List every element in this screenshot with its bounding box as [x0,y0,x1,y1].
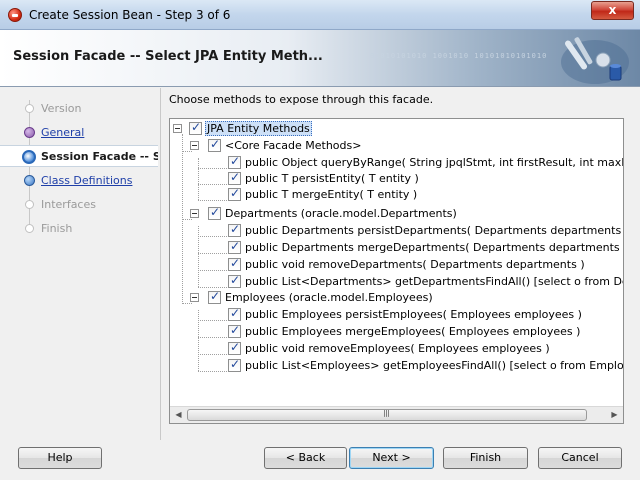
collapse-icon[interactable] [173,124,182,133]
nav-step-label[interactable]: General [41,126,84,139]
step-current-icon [22,150,36,164]
tree-method-row[interactable]: public List<Departments> getDepartmentsF… [170,273,623,290]
nav-step-label: Finish [41,222,73,235]
method-checkbox[interactable] [228,186,241,201]
step-disabled-icon [25,224,34,233]
method-label: public Object queryByRange( String jpqlS… [245,156,623,169]
close-button[interactable]: x [591,1,634,20]
page-title: Session Facade -- Select JPA Entity Meth… [13,49,323,64]
method-label: public Employees persistEmployees( Emplo… [245,308,582,321]
scrollbar-thumb[interactable] [187,409,587,421]
nav-step-label: Session Facade -- Se [41,150,158,163]
tree-root-label[interactable]: JPA Entity Methods [205,121,312,136]
tree-method-row[interactable]: public Employees persistEmployees( Emplo… [170,306,623,323]
nav-step-label[interactable]: Class Definitions [41,174,132,187]
step-visited-icon [24,127,35,138]
window-title: Create Session Bean - Step 3 of 6 [29,8,231,22]
title-bar: Create Session Bean - Step 3 of 6 x [0,0,640,30]
method-label: public List<Employees> getEmployeesFindA… [245,359,624,372]
method-checkbox[interactable] [228,323,241,338]
method-label: public void removeEmployees( Employees e… [245,342,550,355]
method-checkbox[interactable] [228,170,241,185]
instruction-text: Choose methods to expose through this fa… [169,93,434,106]
method-label: public T persistEntity( T entity ) [245,172,419,185]
tree-method-row[interactable]: public Employees mergeEmployees( Employe… [170,323,623,340]
tree-method-row[interactable]: public List<Employees> getEmployeesFindA… [170,357,624,374]
help-button[interactable]: Help [18,447,102,469]
method-label: public Departments mergeDepartments( Dep… [245,241,624,254]
header-decoration-text: 01010101010 1001010 10101010101010 [370,52,548,60]
method-label: public void removeDepartments( Departmen… [245,258,585,271]
method-tree[interactable]: JPA Entity Methods <Core Facade Methods>… [169,118,624,424]
collapse-icon[interactable] [190,293,199,302]
tree-root-row: JPA Entity Methods [170,120,620,137]
method-checkbox[interactable] [228,357,241,372]
method-checkbox[interactable] [228,256,241,271]
step-available-icon [24,175,35,186]
group-checkbox[interactable] [208,137,221,152]
collapse-icon[interactable] [190,141,199,150]
cancel-button[interactable]: Cancel [538,447,622,469]
wizard-header: 01010101010 1001010 10101010101010 Sessi… [0,30,640,87]
tree-method-row[interactable]: public Departments persistDepartments( D… [170,222,624,239]
method-checkbox[interactable] [228,239,241,254]
method-label: public Employees mergeEmployees( Employe… [245,325,581,338]
nav-step-session-facade: Session Facade -- Se [0,145,158,167]
nav-step-label: Version [41,102,82,115]
method-checkbox[interactable] [228,340,241,355]
method-checkbox[interactable] [228,222,241,237]
step-disabled-icon [25,200,34,209]
scroll-right-icon[interactable]: ▶ [606,407,623,423]
horizontal-scrollbar[interactable]: ◀ ▶ [170,406,623,423]
tree-group-row: Employees (oracle.model.Employees) [170,289,620,306]
finish-button[interactable]: Finish [443,447,528,469]
nav-step-label: Interfaces [41,198,96,211]
method-label: public T mergeEntity( T entity ) [245,188,418,201]
tree-method-row[interactable]: public void removeEmployees( Employees e… [170,340,623,357]
group-label: <Core Facade Methods> [225,139,362,152]
method-checkbox[interactable] [228,306,241,321]
nav-step-general[interactable]: General [0,122,160,144]
group-label: Departments (oracle.model.Departments) [225,207,457,220]
method-checkbox[interactable] [228,273,241,288]
wizard-footer: Help < Back Next > Finish Cancel [0,440,640,480]
nav-step-interfaces: Interfaces [0,194,160,216]
step-disabled-icon [25,104,34,113]
main-panel: Choose methods to expose through this fa… [160,88,640,440]
next-button[interactable]: Next > [349,447,434,469]
group-checkbox[interactable] [208,289,221,304]
tree-method-row[interactable]: public Object queryByRange( String jpqlS… [170,154,623,171]
nav-step-version: Version [0,98,160,120]
scroll-left-icon[interactable]: ◀ [170,407,187,423]
group-checkbox[interactable] [208,205,221,220]
method-label: public List<Departments> getDepartmentsF… [245,275,623,288]
tree-method-row[interactable]: public void removeDepartments( Departmen… [170,256,623,273]
tree-group-row: Departments (oracle.model.Departments) [170,205,620,222]
wizard-graphic-icon [561,37,629,84]
nav-step-finish: Finish [0,218,160,240]
root-checkbox[interactable] [189,120,202,135]
tree-method-row[interactable]: public Departments mergeDepartments( Dep… [170,239,624,256]
tree-method-row[interactable]: public T persistEntity( T entity ) [170,170,623,187]
back-button[interactable]: < Back [264,447,347,469]
app-icon [8,8,22,22]
nav-step-class-definitions[interactable]: Class Definitions [0,170,160,192]
method-label: public Departments persistDepartments( D… [245,224,624,237]
tree-group-row: <Core Facade Methods> [170,137,620,154]
method-checkbox[interactable] [228,154,241,169]
group-label: Employees (oracle.model.Employees) [225,291,433,304]
wizard-step-nav: Version General Session Facade -- Se Cla… [0,88,160,440]
tree-method-row[interactable]: public T mergeEntity( T entity ) [170,186,623,203]
collapse-icon[interactable] [190,209,199,218]
